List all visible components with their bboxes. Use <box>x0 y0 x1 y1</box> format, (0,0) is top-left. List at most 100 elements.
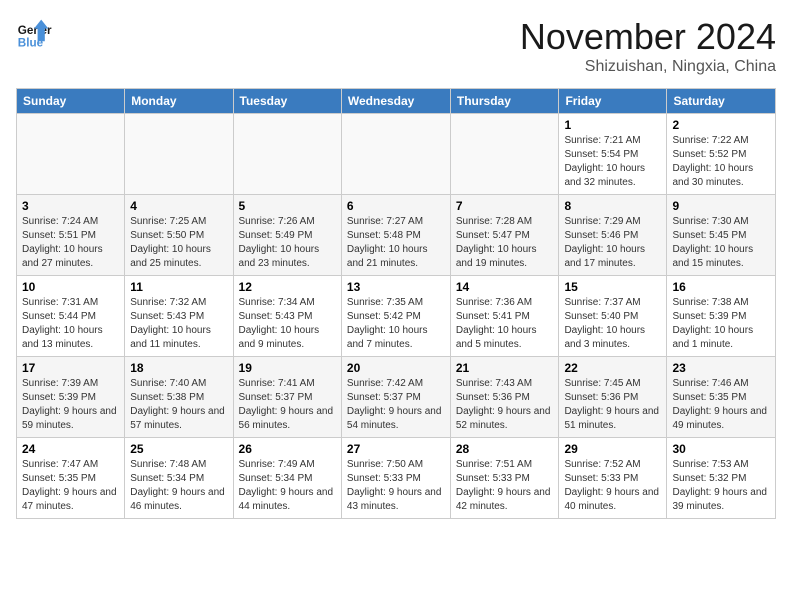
day-number: 8 <box>564 199 661 213</box>
header-saturday: Saturday <box>667 89 776 114</box>
table-cell: 24 Sunrise: 7:47 AMSunset: 5:35 PMDayligh… <box>17 438 125 519</box>
day-number: 22 <box>564 361 661 375</box>
day-info: Sunrise: 7:22 AMSunset: 5:52 PMDaylight:… <box>672 134 770 190</box>
week-row-1: 3 Sunrise: 7:24 AMSunset: 5:51 PMDaylight… <box>17 195 776 276</box>
day-info: Sunrise: 7:28 AMSunset: 5:47 PMDaylight:… <box>456 215 554 271</box>
table-cell <box>125 114 233 195</box>
day-number: 6 <box>347 199 445 213</box>
day-info: Sunrise: 7:42 AMSunset: 5:37 PMDaylight:… <box>347 377 445 433</box>
header-friday: Friday <box>559 89 667 114</box>
day-info: Sunrise: 7:46 AMSunset: 5:35 PMDaylight:… <box>672 377 770 433</box>
day-number: 25 <box>130 442 227 456</box>
location-title: Shizuishan, Ningxia, China <box>520 58 776 76</box>
day-number: 11 <box>130 280 227 294</box>
day-info: Sunrise: 7:50 AMSunset: 5:33 PMDaylight:… <box>347 458 445 514</box>
day-number: 27 <box>347 442 445 456</box>
day-number: 4 <box>130 199 227 213</box>
day-number: 29 <box>564 442 661 456</box>
day-number: 9 <box>672 199 770 213</box>
table-cell: 6 Sunrise: 7:27 AMSunset: 5:48 PMDaylight… <box>341 195 450 276</box>
week-row-3: 17Sunrise: 7:39 AMSunset: 5:39 PMDayligh… <box>17 357 776 438</box>
calendar: Sunday Monday Tuesday Wednesday Thursday… <box>16 88 776 519</box>
table-cell: 28 Sunrise: 7:51 AMSunset: 5:33 PMDayligh… <box>450 438 559 519</box>
logo-icon: General Blue <box>16 16 52 52</box>
day-info: Sunrise: 7:43 AMSunset: 5:36 PMDaylight:… <box>456 377 554 433</box>
table-cell: 25 Sunrise: 7:48 AMSunset: 5:34 PMDayligh… <box>125 438 233 519</box>
day-number: 19 <box>239 361 336 375</box>
table-cell: 3 Sunrise: 7:24 AMSunset: 5:51 PMDaylight… <box>17 195 125 276</box>
day-number: 14 <box>456 280 554 294</box>
day-number: 23 <box>672 361 770 375</box>
table-cell: 21 Sunrise: 7:43 AMSunset: 5:36 PMDayligh… <box>450 357 559 438</box>
header-sunday: Sunday <box>17 89 125 114</box>
table-cell: 19 Sunrise: 7:41 AMSunset: 5:37 PMDayligh… <box>233 357 341 438</box>
logo: General Blue <box>16 16 52 52</box>
day-info: Sunrise: 7:25 AMSunset: 5:50 PMDaylight:… <box>130 215 227 271</box>
day-number: 1 <box>564 118 661 132</box>
day-info: Sunrise: 7:21 AMSunset: 5:54 PMDaylight:… <box>564 134 661 190</box>
day-number: 12 <box>239 280 336 294</box>
table-cell: 16 Sunrise: 7:38 AMSunset: 5:39 PMDayligh… <box>667 276 776 357</box>
table-cell: 22 Sunrise: 7:45 AMSunset: 5:36 PMDayligh… <box>559 357 667 438</box>
header: General Blue November 2024 Shizuishan, N… <box>16 16 776 76</box>
day-number: 28 <box>456 442 554 456</box>
day-number: 21 <box>456 361 554 375</box>
day-number: 18 <box>130 361 227 375</box>
table-cell: 17Sunrise: 7:39 AMSunset: 5:39 PMDayligh… <box>17 357 125 438</box>
day-number: 16 <box>672 280 770 294</box>
day-info: Sunrise: 7:53 AMSunset: 5:32 PMDaylight:… <box>672 458 770 514</box>
table-cell: 23 Sunrise: 7:46 AMSunset: 5:35 PMDayligh… <box>667 357 776 438</box>
day-info: Sunrise: 7:30 AMSunset: 5:45 PMDaylight:… <box>672 215 770 271</box>
week-row-4: 24 Sunrise: 7:47 AMSunset: 5:35 PMDayligh… <box>17 438 776 519</box>
day-info: Sunrise: 7:41 AMSunset: 5:37 PMDaylight:… <box>239 377 336 433</box>
day-number: 10 <box>22 280 119 294</box>
table-cell: 4 Sunrise: 7:25 AMSunset: 5:50 PMDaylight… <box>125 195 233 276</box>
day-info: Sunrise: 7:51 AMSunset: 5:33 PMDaylight:… <box>456 458 554 514</box>
day-info: Sunrise: 7:38 AMSunset: 5:39 PMDaylight:… <box>672 296 770 352</box>
day-info: Sunrise: 7:48 AMSunset: 5:34 PMDaylight:… <box>130 458 227 514</box>
day-info: Sunrise: 7:47 AMSunset: 5:35 PMDaylight:… <box>22 458 119 514</box>
table-cell: 29Sunrise: 7:52 AMSunset: 5:33 PMDayligh… <box>559 438 667 519</box>
table-cell: 10 Sunrise: 7:31 AMSunset: 5:44 PMDayligh… <box>17 276 125 357</box>
day-number: 5 <box>239 199 336 213</box>
day-number: 15 <box>564 280 661 294</box>
table-cell: 14 Sunrise: 7:36 AMSunset: 5:41 PMDayligh… <box>450 276 559 357</box>
day-info: Sunrise: 7:40 AMSunset: 5:38 PMDaylight:… <box>130 377 227 433</box>
day-number: 26 <box>239 442 336 456</box>
title-area: November 2024 Shizuishan, Ningxia, China <box>520 16 776 76</box>
day-info: Sunrise: 7:36 AMSunset: 5:41 PMDaylight:… <box>456 296 554 352</box>
day-number: 2 <box>672 118 770 132</box>
day-info: Sunrise: 7:45 AMSunset: 5:36 PMDaylight:… <box>564 377 661 433</box>
header-monday: Monday <box>125 89 233 114</box>
table-cell <box>450 114 559 195</box>
table-cell <box>341 114 450 195</box>
header-thursday: Thursday <box>450 89 559 114</box>
table-cell: 12Sunrise: 7:34 AMSunset: 5:43 PMDayligh… <box>233 276 341 357</box>
day-info: Sunrise: 7:49 AMSunset: 5:34 PMDaylight:… <box>239 458 336 514</box>
day-info: Sunrise: 7:29 AMSunset: 5:46 PMDaylight:… <box>564 215 661 271</box>
day-number: 24 <box>22 442 119 456</box>
table-cell: 27 Sunrise: 7:50 AMSunset: 5:33 PMDayligh… <box>341 438 450 519</box>
day-number: 7 <box>456 199 554 213</box>
day-info: Sunrise: 7:35 AMSunset: 5:42 PMDaylight:… <box>347 296 445 352</box>
table-cell: 5 Sunrise: 7:26 AMSunset: 5:49 PMDaylight… <box>233 195 341 276</box>
table-cell: 9 Sunrise: 7:30 AMSunset: 5:45 PMDaylight… <box>667 195 776 276</box>
table-cell: 11 Sunrise: 7:32 AMSunset: 5:43 PMDayligh… <box>125 276 233 357</box>
table-cell: 15Sunrise: 7:37 AMSunset: 5:40 PMDayligh… <box>559 276 667 357</box>
day-info: Sunrise: 7:27 AMSunset: 5:48 PMDaylight:… <box>347 215 445 271</box>
month-title: November 2024 <box>520 16 776 58</box>
table-cell: 30 Sunrise: 7:53 AMSunset: 5:32 PMDayligh… <box>667 438 776 519</box>
calendar-header-row: Sunday Monday Tuesday Wednesday Thursday… <box>17 89 776 114</box>
day-number: 13 <box>347 280 445 294</box>
day-info: Sunrise: 7:26 AMSunset: 5:49 PMDaylight:… <box>239 215 336 271</box>
day-number: 3 <box>22 199 119 213</box>
week-row-0: 1 Sunrise: 7:21 AMSunset: 5:54 PMDaylight… <box>17 114 776 195</box>
day-number: 30 <box>672 442 770 456</box>
table-cell: 2 Sunrise: 7:22 AMSunset: 5:52 PMDaylight… <box>667 114 776 195</box>
table-cell: 18 Sunrise: 7:40 AMSunset: 5:38 PMDayligh… <box>125 357 233 438</box>
day-info: Sunrise: 7:32 AMSunset: 5:43 PMDaylight:… <box>130 296 227 352</box>
day-number: 20 <box>347 361 445 375</box>
day-number: 17 <box>22 361 119 375</box>
day-info: Sunrise: 7:31 AMSunset: 5:44 PMDaylight:… <box>22 296 119 352</box>
day-info: Sunrise: 7:24 AMSunset: 5:51 PMDaylight:… <box>22 215 119 271</box>
